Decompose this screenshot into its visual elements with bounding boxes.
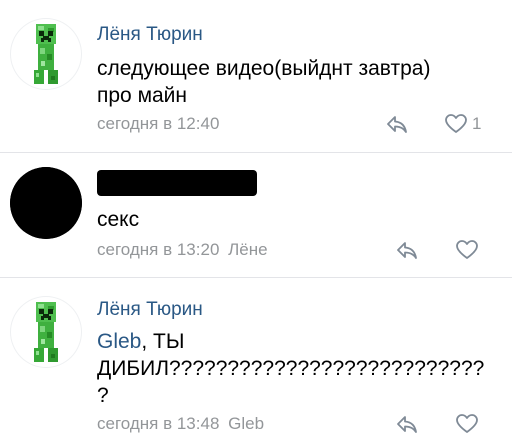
comment-text: Gleb, ТЫ ДИБИЛ??????????????????????????…: [97, 328, 497, 409]
black-avatar-icon: [10, 167, 82, 239]
avatar[interactable]: [10, 18, 82, 90]
comment-item: Лёня Тюрин Gleb, ТЫ ДИБИЛ???????????????…: [0, 278, 512, 445]
heart-icon[interactable]: [455, 413, 479, 435]
avatar[interactable]: [10, 296, 82, 368]
comment-text-line: про майн: [97, 84, 188, 107]
comment-time[interactable]: сегодня в 12:40: [97, 114, 219, 133]
comment-text-line: секс: [97, 208, 140, 231]
comment-item: Лёня Тюрин следующее видео(выйднт завтра…: [0, 0, 512, 152]
comment-time[interactable]: сегодня в 13:48: [97, 414, 219, 433]
reply-arrow-icon[interactable]: [385, 114, 409, 134]
creeper-avatar-icon: [34, 24, 58, 84]
reply-arrow-icon[interactable]: [395, 240, 419, 260]
mention-link[interactable]: Gleb: [97, 330, 141, 353]
comment-text: секс: [97, 206, 497, 233]
comment-text-line: Gleb, ТЫ: [97, 328, 497, 355]
comment-reply-to[interactable]: Gleb: [228, 414, 264, 433]
comment-time[interactable]: сегодня в 13:20: [97, 240, 219, 259]
redacted-author: [97, 170, 257, 196]
comment-item: секс сегодня в 13:20 Лёне: [0, 153, 512, 277]
comment-meta: сегодня в 13:48 Gleb: [97, 414, 264, 434]
heart-icon[interactable]: [444, 113, 468, 135]
like-count: 1: [472, 114, 482, 133]
comment-text-fragment: , ТЫ: [141, 330, 185, 353]
comment-meta: сегодня в 13:20 Лёне: [97, 240, 268, 260]
comment-author[interactable]: Лёня Тюрин: [97, 24, 203, 46]
comment-meta: сегодня в 12:40: [97, 114, 219, 134]
comment-text-line: ?: [97, 384, 109, 407]
comment-reply-to[interactable]: Лёне: [228, 240, 267, 259]
comment-author[interactable]: Лёня Тюрин: [97, 299, 203, 321]
comment-text-line: следующее видео(выйднт завтра): [97, 57, 431, 80]
creeper-avatar-icon: [34, 302, 58, 362]
reply-arrow-icon[interactable]: [395, 414, 419, 434]
comment-text-line: ДИБИЛ???????????????????????????: [97, 357, 485, 380]
comment-text: следующее видео(выйднт завтра) про майн: [97, 55, 497, 109]
avatar[interactable]: [10, 167, 82, 239]
heart-icon[interactable]: [455, 239, 479, 261]
